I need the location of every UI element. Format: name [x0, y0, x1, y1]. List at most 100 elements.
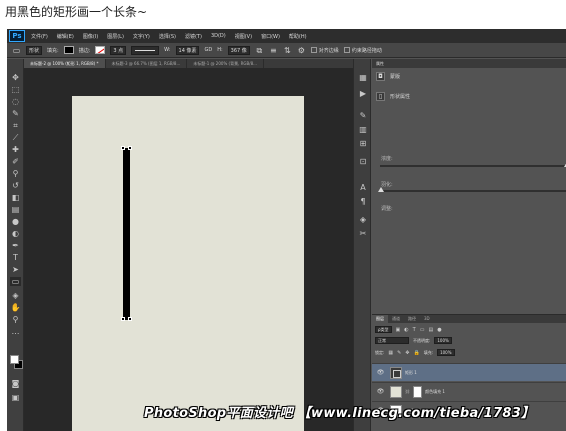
- eraser-tool-icon[interactable]: ◧: [10, 193, 21, 202]
- link-dimensions-icon[interactable]: GD: [204, 47, 212, 53]
- path-alignment-icon[interactable]: ≡: [269, 46, 278, 55]
- fill-color-swatch[interactable]: [63, 46, 74, 54]
- healing-brush-tool-icon[interactable]: ✚: [10, 145, 21, 154]
- menu-image[interactable]: 图像(I): [83, 33, 98, 40]
- layer-row-color-fill[interactable]: 👁 ⛓ 颜色填充 1: [372, 382, 566, 400]
- shape-filter-icon[interactable]: ▭: [420, 327, 425, 333]
- brush-panel-icon[interactable]: ✎: [358, 111, 368, 121]
- stroke-color-swatch[interactable]: [95, 46, 106, 54]
- layer-row-rectangle[interactable]: 👁 矩形 1: [372, 363, 566, 381]
- menu-view[interactable]: 视图(V): [235, 33, 252, 40]
- tab-document-1[interactable]: 未标题-1 @ 200% (背景, RGB/8...: [187, 59, 264, 68]
- tab-channels[interactable]: 通道: [388, 315, 404, 323]
- lock-position-icon[interactable]: ✥: [405, 350, 409, 356]
- tab-3d[interactable]: 3D: [420, 315, 434, 323]
- feather-slider[interactable]: [378, 187, 566, 192]
- type-filter-icon[interactable]: T: [413, 327, 416, 333]
- move-tool-icon[interactable]: ✥: [10, 73, 21, 82]
- lock-all-icon[interactable]: 🔒: [414, 350, 420, 356]
- lock-pixels-icon[interactable]: ✎: [397, 350, 401, 356]
- more-tools-icon[interactable]: …: [10, 327, 21, 336]
- stroke-type-select[interactable]: [131, 45, 160, 55]
- anchor-point-bottom-left[interactable]: [121, 317, 125, 321]
- foreground-color-swatch[interactable]: [10, 355, 19, 364]
- gradient-tool-icon[interactable]: ▤: [10, 205, 21, 214]
- dodge-tool-icon[interactable]: ◐: [10, 229, 21, 238]
- quick-mask-icon[interactable]: ◙: [10, 379, 21, 388]
- tab-layers[interactable]: 图层: [372, 315, 388, 323]
- feather-slider-handle[interactable]: [378, 187, 384, 192]
- align-edges-label: 对齐边缘: [318, 47, 339, 54]
- width-field[interactable]: 14 像素: [175, 45, 200, 55]
- blur-tool-icon[interactable]: ●: [10, 217, 21, 226]
- menu-help[interactable]: 帮助(H): [289, 33, 307, 40]
- type-tool-icon[interactable]: T: [10, 253, 21, 262]
- hand-tool-icon[interactable]: ✋: [10, 303, 21, 312]
- screen-mode-icon[interactable]: ▣: [10, 393, 21, 402]
- properties-tab[interactable]: 属性: [372, 59, 566, 68]
- quick-select-tool-icon[interactable]: ✎: [10, 109, 21, 118]
- marquee-tool-icon[interactable]: ⬚: [10, 85, 21, 94]
- menu-3d[interactable]: 3D(D): [211, 33, 226, 39]
- history-brush-tool-icon[interactable]: ↺: [10, 181, 21, 190]
- tab-document-3[interactable]: 未标题-3 @ 66.7% (图层 1, RGB/8...: [106, 59, 188, 68]
- brush-tool-icon[interactable]: ✐: [10, 157, 21, 166]
- menu-edit[interactable]: 编辑(E): [57, 33, 74, 40]
- lock-transparency-icon[interactable]: ▦: [388, 350, 393, 356]
- zoom-tool-icon[interactable]: ⚲: [10, 315, 21, 324]
- 3d-tool-icon[interactable]: ◈: [10, 291, 21, 300]
- density-slider[interactable]: [380, 162, 566, 167]
- actions-panel-icon[interactable]: ▶: [358, 89, 368, 99]
- smart-object-filter-icon[interactable]: ▤: [428, 327, 433, 333]
- path-operations-icon[interactable]: ⧉: [255, 46, 264, 55]
- visibility-eye-icon[interactable]: 👁: [376, 369, 385, 376]
- fill-field[interactable]: 100%: [437, 349, 455, 356]
- menu-layer[interactable]: 图层(L): [107, 33, 124, 40]
- opacity-field[interactable]: 100%: [434, 337, 452, 344]
- height-field[interactable]: 367 像: [227, 45, 250, 55]
- paragraph-panel-icon[interactable]: ¶: [358, 197, 368, 207]
- path-selection-tool-icon[interactable]: ➤: [10, 265, 21, 274]
- align-edges-checkbox[interactable]: 对齐边缘: [310, 47, 339, 54]
- pen-tool-icon[interactable]: ✒: [10, 241, 21, 250]
- canvas-workspace[interactable]: [24, 68, 353, 431]
- adjustment-filter-icon[interactable]: ◐: [404, 327, 408, 333]
- black-rectangle-shape[interactable]: [123, 148, 130, 320]
- anchor-point-top-right[interactable]: [128, 146, 132, 150]
- layer-kind-filter[interactable]: ρ类型: [375, 326, 392, 333]
- anchor-point-bottom-right[interactable]: [128, 317, 132, 321]
- clone-source-icon[interactable]: ⊡: [358, 157, 368, 167]
- tab-paths[interactable]: 路径: [404, 315, 420, 323]
- shape-mode-select[interactable]: 形状: [26, 45, 43, 55]
- 3d-panel-icon[interactable]: ◈: [358, 215, 368, 225]
- adjustments-icon[interactable]: ⊞: [358, 139, 368, 149]
- constrain-path-checkbox[interactable]: 约束路径拖动: [343, 47, 382, 54]
- color-swatches[interactable]: [10, 355, 24, 369]
- filter-toggle-icon[interactable]: ●: [437, 327, 441, 333]
- menu-file[interactable]: 文件(F): [31, 33, 48, 40]
- document-canvas[interactable]: [72, 96, 304, 431]
- settings-gear-icon[interactable]: ⚙: [297, 46, 306, 55]
- lasso-tool-icon[interactable]: ◌: [10, 97, 21, 106]
- menu-type[interactable]: 文字(Y): [133, 33, 150, 40]
- blend-mode-select[interactable]: 正常: [375, 337, 409, 344]
- character-panel-icon[interactable]: A: [358, 183, 368, 193]
- opacity-label: 不透明度:: [413, 337, 431, 343]
- menu-select[interactable]: 选择(S): [159, 33, 176, 40]
- menu-filter[interactable]: 滤镜(T): [185, 33, 202, 40]
- menu-window[interactable]: 窗口(W): [261, 33, 280, 40]
- path-arrangement-icon[interactable]: ⇅: [283, 46, 292, 55]
- pixel-filter-icon[interactable]: ▣: [396, 327, 401, 333]
- tab-document-2[interactable]: 未标题-2 @ 100% (矩形 1, RGB/8) *: [24, 59, 106, 68]
- anchor-point-top-left[interactable]: [121, 146, 125, 150]
- history-panel-icon[interactable]: ▦: [358, 73, 368, 83]
- eyedropper-tool-icon[interactable]: ⟋: [10, 133, 21, 142]
- stroke-width-field[interactable]: 3 点: [110, 45, 127, 55]
- visibility-eye-icon[interactable]: 👁: [376, 388, 385, 395]
- rectangle-tool-icon[interactable]: ▭: [12, 46, 21, 55]
- crop-tool-icon[interactable]: ⌗: [10, 121, 21, 130]
- tool-presets-icon[interactable]: ✂: [358, 229, 368, 239]
- brush-presets-icon[interactable]: ▥: [358, 125, 368, 135]
- rectangle-tool-icon[interactable]: ▭: [10, 277, 21, 286]
- clone-stamp-tool-icon[interactable]: ⚲: [10, 169, 21, 178]
